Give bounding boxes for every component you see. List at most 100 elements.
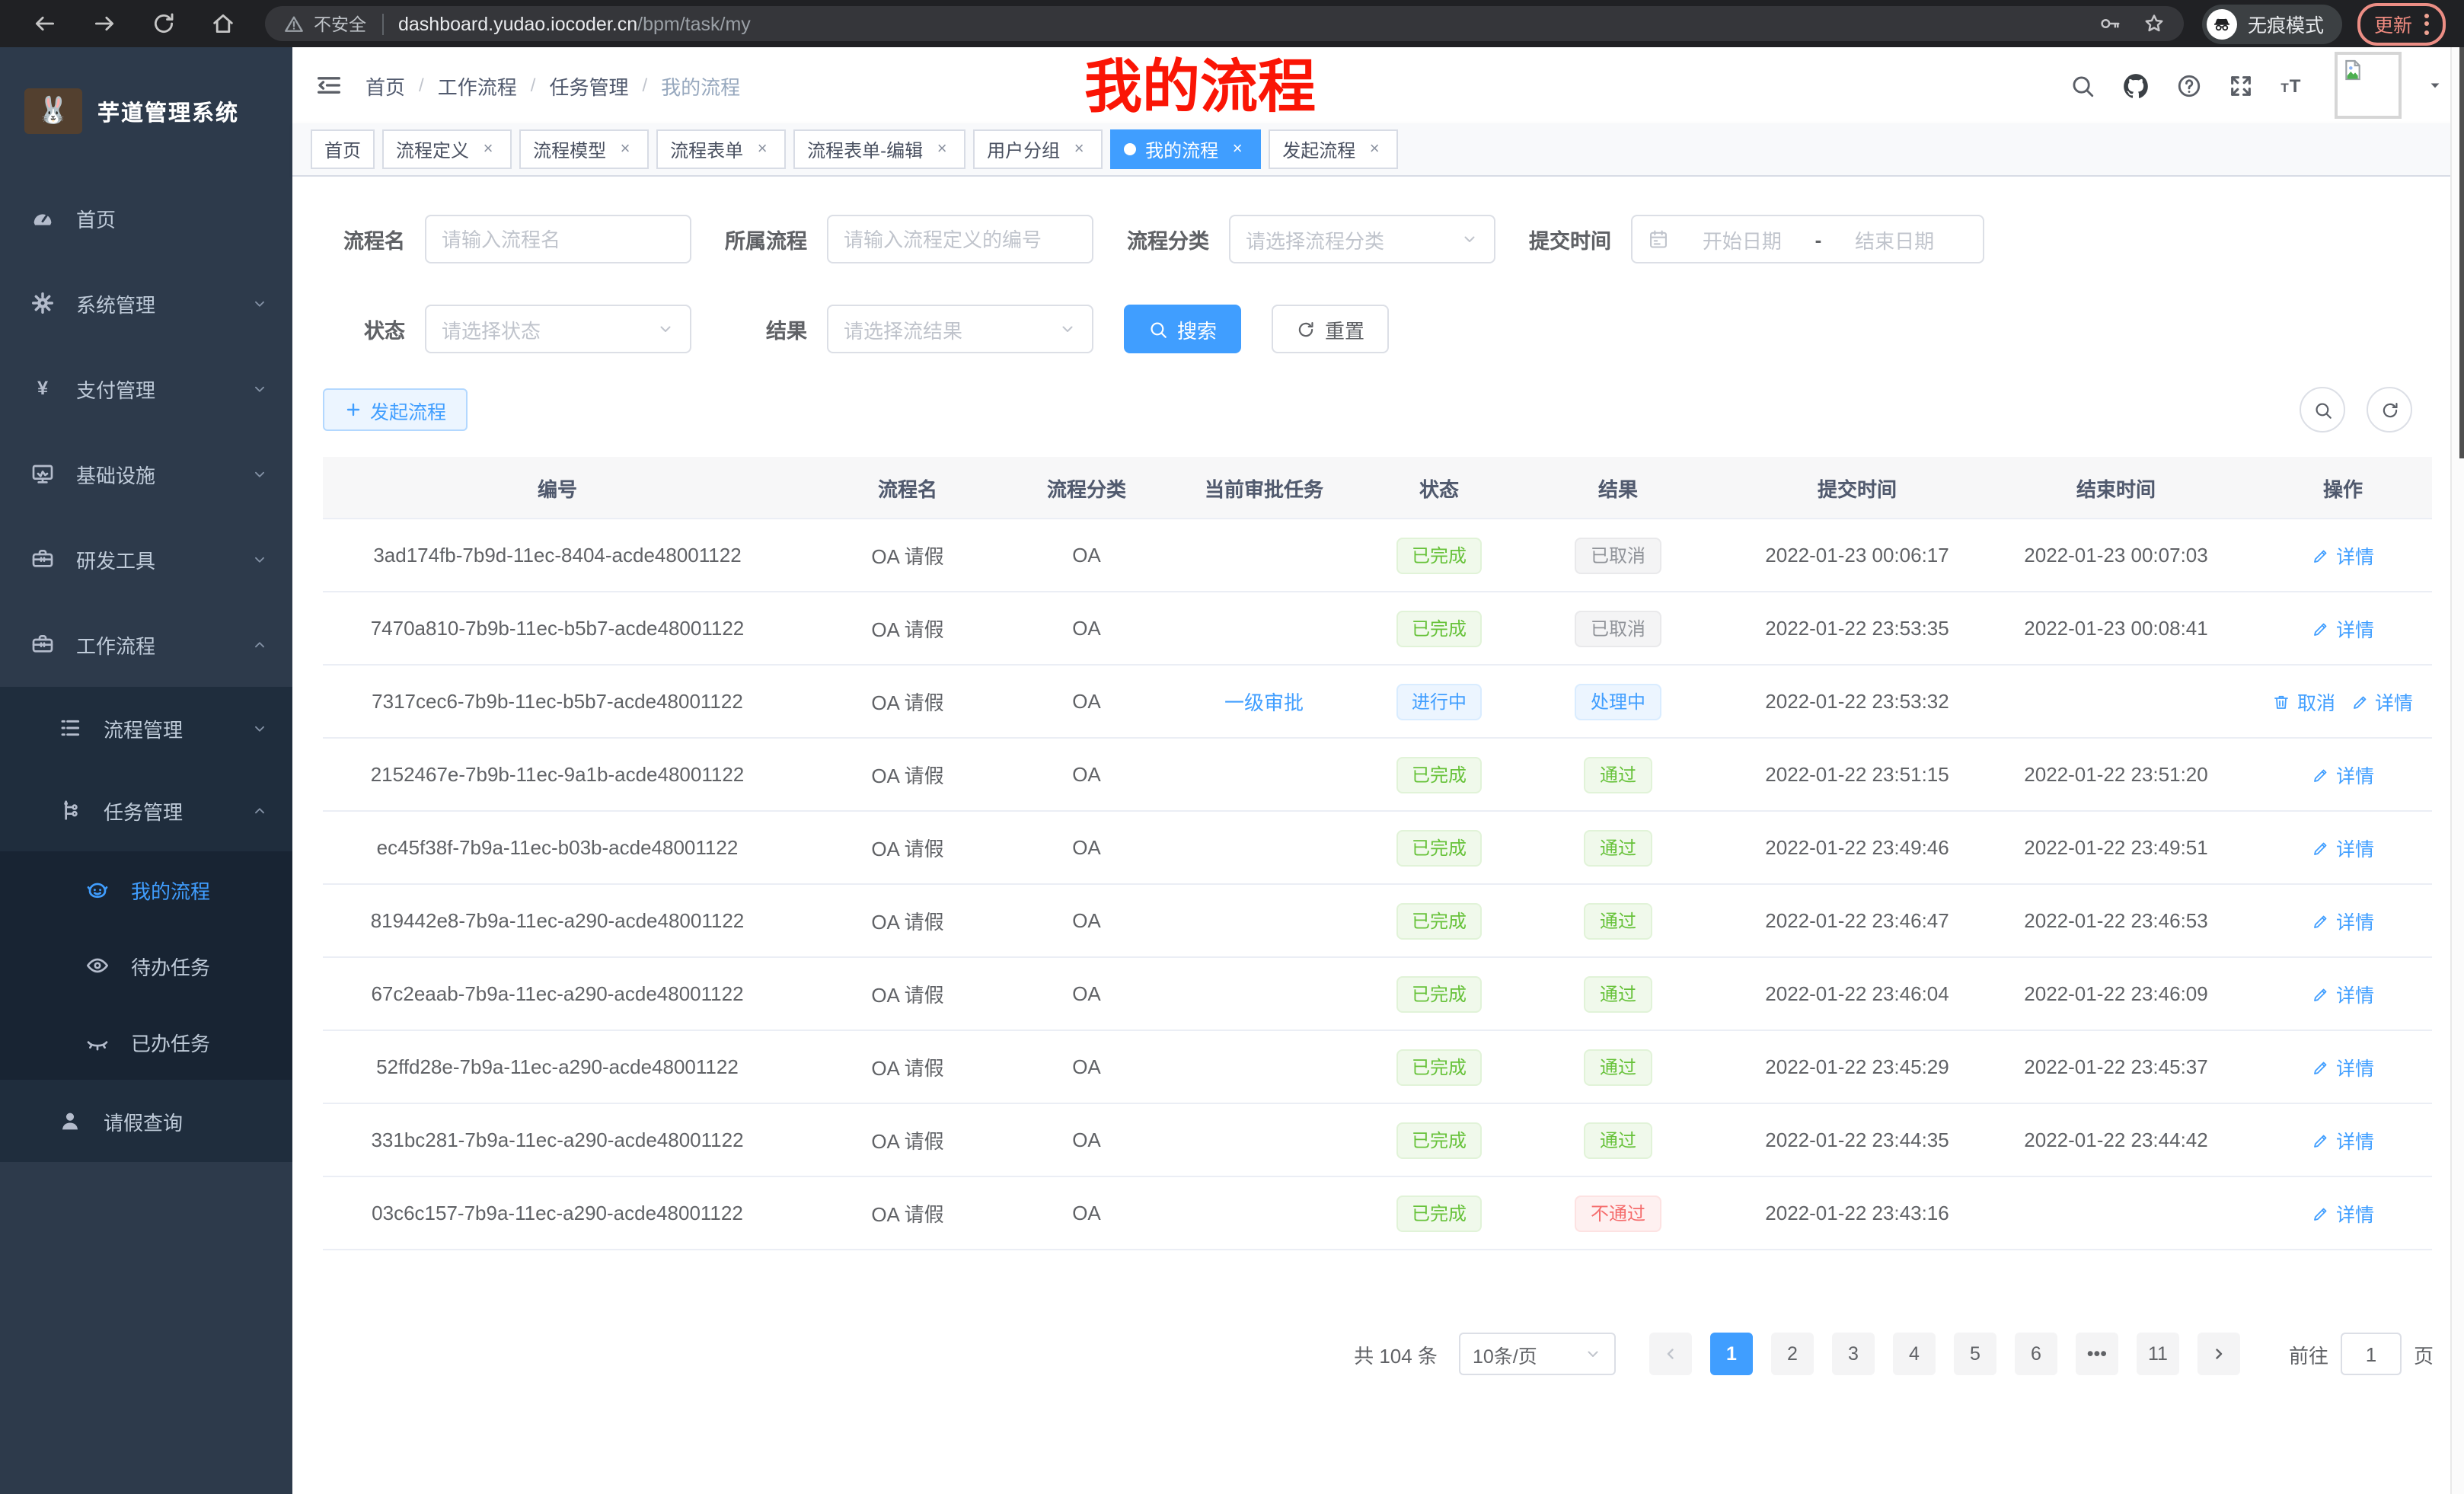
detail-link[interactable]: 详情: [2312, 614, 2374, 643]
page-button-3[interactable]: 3: [1832, 1333, 1875, 1375]
close-icon[interactable]: ×: [1364, 140, 1384, 158]
close-icon[interactable]: ×: [1227, 140, 1247, 158]
detail-link[interactable]: 详情: [2312, 979, 2374, 1008]
scrollbar[interactable]: [2450, 47, 2464, 1494]
status-select[interactable]: 请选择状态: [425, 305, 691, 353]
close-icon[interactable]: ×: [615, 140, 635, 158]
cell-actions: 详情: [2254, 1125, 2432, 1154]
detail-link[interactable]: 详情: [2312, 541, 2374, 570]
sidebar-item-workflow[interactable]: 工作流程: [0, 602, 292, 687]
close-icon[interactable]: ×: [478, 140, 498, 158]
help-icon[interactable]: [2176, 72, 2202, 98]
sidebar-item-infrastructure[interactable]: 基础设施: [0, 431, 292, 516]
page-size-select[interactable]: 10条/页: [1459, 1333, 1616, 1375]
close-icon[interactable]: ×: [1069, 140, 1089, 158]
sidebar-item-process-mgmt[interactable]: 流程管理: [0, 687, 292, 769]
sidebar-item-dev-tools[interactable]: 研发工具: [0, 516, 292, 602]
browser-back-icon[interactable]: [32, 11, 58, 37]
breadcrumb-item[interactable]: 首页: [365, 71, 405, 100]
cell-process-name: OA 请假: [792, 687, 1023, 716]
bookmark-star-icon[interactable]: [2143, 12, 2166, 35]
github-icon[interactable]: [2121, 71, 2150, 100]
key-icon[interactable]: [2099, 12, 2121, 35]
column-header: 编号: [323, 473, 792, 502]
browser-update-button[interactable]: 更新: [2357, 2, 2446, 45]
tab-home[interactable]: 首页: [311, 129, 375, 169]
search-icon[interactable]: [2070, 72, 2095, 98]
tab-process-form[interactable]: 流程表单×: [656, 129, 786, 169]
page-button-1[interactable]: 1: [1710, 1333, 1753, 1375]
table-row: 331bc281-7b9a-11ec-a290-acde48001122OA 请…: [323, 1104, 2432, 1177]
browser-home-icon[interactable]: [210, 11, 236, 37]
tab-process-definition[interactable]: 流程定义×: [382, 129, 512, 169]
cell-id: 819442e8-7b9a-11ec-a290-acde48001122: [323, 909, 792, 932]
process-category-select[interactable]: 请选择流程分类: [1229, 215, 1495, 263]
status-badge: 进行中: [1396, 683, 1482, 720]
detail-link[interactable]: 详情: [2312, 1125, 2374, 1154]
result-select[interactable]: 请选择流结果: [827, 305, 1093, 353]
refresh-table-button[interactable]: [2367, 387, 2412, 433]
sidebar-item-system[interactable]: 系统管理: [0, 260, 292, 346]
avatar[interactable]: [2335, 52, 2402, 119]
toggle-search-button[interactable]: [2300, 387, 2345, 433]
page-button-5[interactable]: 5: [1954, 1333, 1996, 1375]
goto-page-input[interactable]: [2341, 1333, 2402, 1375]
browser-forward-icon[interactable]: [91, 11, 117, 37]
detail-link[interactable]: 详情: [2312, 833, 2374, 862]
browser-menu-icon[interactable]: [2424, 13, 2429, 34]
cell-actions: 详情: [2254, 1199, 2432, 1227]
next-page-button[interactable]: [2197, 1333, 2240, 1375]
tab-user-group[interactable]: 用户分组×: [973, 129, 1103, 169]
chevron-down-icon[interactable]: [2427, 78, 2443, 93]
page-button-2[interactable]: 2: [1771, 1333, 1814, 1375]
submit-time-daterange[interactable]: 开始日期-结束日期: [1631, 215, 1984, 263]
sidebar-item-todo-tasks[interactable]: 待办任务: [0, 927, 292, 1004]
sidebar-item-payment[interactable]: ¥支付管理: [0, 346, 292, 431]
font-size-icon[interactable]: TT: [2280, 72, 2306, 98]
fullscreen-icon[interactable]: [2228, 72, 2254, 98]
sidebar-item-leave-query[interactable]: 请假查询: [0, 1080, 292, 1162]
page-button-4[interactable]: 4: [1893, 1333, 1936, 1375]
tab-process-model[interactable]: 流程模型×: [519, 129, 649, 169]
tab-my-process[interactable]: 我的流程×: [1110, 129, 1261, 169]
process-name-input[interactable]: [425, 215, 691, 263]
chevron-up-icon: [251, 636, 268, 653]
breadcrumb-item[interactable]: 工作流程: [438, 71, 517, 100]
sidebar-item-done-tasks[interactable]: 已办任务: [0, 1004, 292, 1080]
tab-process-form-edit[interactable]: 流程表单-编辑×: [793, 129, 965, 169]
tab-start-process[interactable]: 发起流程×: [1269, 129, 1398, 169]
sidebar-item-task-mgmt[interactable]: 任务管理: [0, 769, 292, 851]
cell-id: 03c6c157-7b9a-11ec-a290-acde48001122: [323, 1202, 792, 1224]
detail-link[interactable]: 详情: [2351, 687, 2413, 716]
column-header: 流程分类: [1023, 473, 1150, 502]
edit-icon: [2312, 1131, 2330, 1149]
cell-end-time: 2022-01-23 00:08:41: [1978, 617, 2254, 640]
cell-category: OA: [1023, 1128, 1150, 1151]
detail-link[interactable]: 详情: [2312, 760, 2374, 789]
sidebar-item-my-process[interactable]: 我的流程: [0, 851, 292, 927]
more-pages-button[interactable]: •••: [2076, 1333, 2118, 1375]
detail-link[interactable]: 详情: [2312, 1052, 2374, 1081]
current-task-link[interactable]: 一级审批: [1224, 691, 1304, 714]
close-icon[interactable]: ×: [932, 140, 952, 158]
url-bar[interactable]: 不安全 dashboard.yudao.iocoder.cn/bpm/task/…: [265, 6, 2184, 41]
cancel-link[interactable]: 取消: [2273, 687, 2335, 716]
detail-link[interactable]: 详情: [2312, 906, 2374, 935]
reset-button[interactable]: 重置: [1272, 305, 1389, 353]
search-button[interactable]: 搜索: [1124, 305, 1241, 353]
table-row: ec45f38f-7b9a-11ec-b03b-acde48001122OA 请…: [323, 812, 2432, 885]
cell-process-name: OA 请假: [792, 906, 1023, 935]
breadcrumb-item[interactable]: 任务管理: [549, 71, 628, 100]
collapse-sidebar-icon[interactable]: [314, 70, 344, 101]
cell-submit-time: 2022-01-22 23:53:32: [1736, 690, 1978, 713]
svg-text:¥: ¥: [37, 378, 48, 399]
browser-reload-icon[interactable]: [151, 11, 177, 37]
process-definition-input[interactable]: [827, 215, 1093, 263]
create-process-button[interactable]: 发起流程: [323, 388, 468, 431]
close-icon[interactable]: ×: [752, 140, 772, 158]
page-button-11[interactable]: 11: [2137, 1333, 2179, 1375]
detail-link[interactable]: 详情: [2312, 1199, 2374, 1227]
page-button-6[interactable]: 6: [2015, 1333, 2057, 1375]
prev-page-button[interactable]: [1649, 1333, 1692, 1375]
sidebar-item-home[interactable]: 首页: [0, 175, 292, 260]
